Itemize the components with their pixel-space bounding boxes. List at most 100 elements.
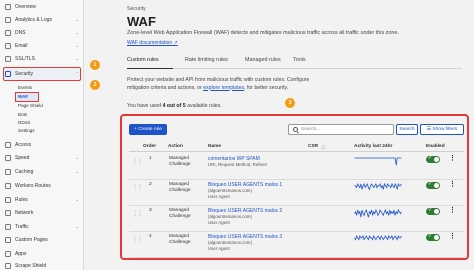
table-row[interactable]: ⋮⋮ 3 Managed Challenge Bloqueo USER AGENTS m… bbox=[129, 206, 464, 232]
chevron-down-icon: ⌄ bbox=[75, 56, 79, 61]
tab-tools[interactable]: Tools bbox=[293, 57, 306, 63]
sidebar-item-scrape-shield[interactable]: Scrape Shield bbox=[0, 261, 84, 270]
column-header-action: Action bbox=[168, 144, 183, 149]
rule-order: 4 bbox=[149, 234, 152, 239]
apps-icon bbox=[5, 251, 11, 257]
chevron-down-icon: ⌄ bbox=[75, 17, 79, 22]
custom-rules-panel: + Create rule Search... Search ☰ Show fi… bbox=[120, 114, 469, 260]
active-tab-indicator bbox=[127, 67, 173, 69]
rule-order: 2 bbox=[149, 182, 152, 187]
drag-handle-icon[interactable]: ⋮⋮ bbox=[132, 210, 143, 217]
sidebar: Overview Analytics & Logs ⌄ DNS ⌄ Email ⌄ S… bbox=[0, 0, 100, 270]
network-icon bbox=[5, 210, 11, 216]
sidebar-item-access[interactable]: Access bbox=[0, 140, 84, 150]
explore-templates-link[interactable]: explore templates bbox=[203, 85, 244, 91]
sidebar-subitem-settings[interactable]: Settings bbox=[18, 128, 35, 133]
sidebar-item-workers-routes[interactable]: Workers Routes bbox=[0, 181, 84, 191]
chevron-down-icon: ⌄ bbox=[75, 224, 79, 229]
sidebar-item-network[interactable]: Network bbox=[0, 208, 84, 218]
table-row[interactable]: ⋮⋮ 2 Managed Challenge Bloqueo USER AGENTS m… bbox=[129, 180, 464, 206]
column-header-order[interactable]: Order bbox=[143, 144, 156, 149]
rule-subtitle: URI, Request Method, Referer bbox=[208, 162, 268, 167]
sidebar-item-rules[interactable]: Rules ⌄ bbox=[0, 195, 84, 205]
rule-field: User Agent bbox=[208, 246, 230, 251]
custom-pages-icon bbox=[5, 237, 11, 243]
waf-documentation-link[interactable]: WAF documentation ↗ bbox=[127, 40, 178, 46]
intro-text: Protect your website and API from malici… bbox=[127, 77, 310, 91]
activity-sparkline bbox=[354, 234, 402, 241]
check-icon: ✓ bbox=[428, 233, 433, 239]
sidebar-item-traffic[interactable]: Traffic ⌄ bbox=[0, 222, 84, 232]
email-icon bbox=[5, 43, 11, 49]
rule-name-cell: comentarios WP SPAM URI, Request Method, … bbox=[208, 156, 267, 168]
enabled-toggle[interactable]: ✓ bbox=[426, 155, 440, 163]
rule-name-cell: Bloqueo USER AGENTS malos 1 (algoentreman… bbox=[208, 182, 282, 200]
sidebar-item-apps[interactable]: Apps bbox=[0, 249, 84, 259]
sidebar-item-email[interactable]: Email ⌄ bbox=[0, 41, 84, 51]
show-filters-button[interactable]: ☰ Show filters bbox=[420, 124, 464, 135]
sidebar-item-speed[interactable]: Speed ⌄ bbox=[0, 153, 84, 163]
drag-handle-icon[interactable]: ⋮⋮ bbox=[132, 158, 143, 165]
rule-action: Managed Challenge bbox=[169, 182, 191, 193]
more-options-icon[interactable]: ⋮ bbox=[449, 181, 456, 188]
sidebar-subitem-waf[interactable]: WAF bbox=[18, 94, 28, 99]
search-button[interactable]: Search bbox=[396, 124, 418, 135]
tab-managed-rules[interactable]: Managed rules bbox=[245, 57, 281, 63]
column-header-activity: Activity last 24hr bbox=[354, 144, 393, 149]
section-eyebrow: Security bbox=[127, 6, 146, 12]
annotation-badge-3: 3 bbox=[285, 98, 295, 108]
more-options-icon[interactable]: ⋮ bbox=[449, 207, 456, 214]
sidebar-item-security[interactable]: Security ⌃ bbox=[0, 69, 84, 79]
sidebar-subitem-ddos[interactable]: DDoS bbox=[18, 120, 30, 125]
chevron-down-icon: ⌄ bbox=[75, 30, 79, 35]
search-input[interactable]: Search... bbox=[288, 124, 394, 135]
chevron-down-icon: ⌄ bbox=[75, 155, 79, 160]
rule-field: User Agent bbox=[208, 220, 230, 225]
rules-usage: You have used 4 out of 5 available rules… bbox=[127, 103, 222, 109]
more-options-icon[interactable]: ⋮ bbox=[449, 155, 456, 162]
table-row[interactable]: ⋮⋮ 1 Managed Challenge comentarios WP SPAM UR… bbox=[129, 154, 464, 180]
chevron-down-icon: ⌄ bbox=[75, 43, 79, 48]
sidebar-subitem-bots[interactable]: Bots bbox=[18, 112, 27, 117]
sidebar-item-caching[interactable]: Caching ⌄ bbox=[0, 167, 84, 177]
search-icon bbox=[293, 127, 298, 132]
sidebar-item-custom-pages[interactable]: Custom Pages bbox=[0, 235, 84, 245]
drag-handle-icon[interactable]: ⋮⋮ bbox=[132, 184, 143, 191]
lock-icon bbox=[5, 56, 11, 62]
create-rule-button[interactable]: + Create rule bbox=[129, 124, 167, 135]
sidebar-item-ssl-tls[interactable]: SSL/TLS ⌄ bbox=[0, 54, 84, 64]
overview-icon bbox=[5, 4, 11, 10]
rule-order: 1 bbox=[149, 156, 152, 161]
activity-sparkline bbox=[354, 182, 402, 191]
speed-icon bbox=[5, 155, 11, 161]
column-header-name: Name bbox=[208, 144, 222, 149]
check-icon: ✓ bbox=[428, 181, 433, 187]
rule-field: User Agent bbox=[208, 194, 230, 199]
tab-custom-rules[interactable]: Custom rules bbox=[127, 57, 159, 63]
analytics-icon bbox=[5, 17, 11, 23]
table-row[interactable]: ⋮⋮ 4 Managed Challenge Bloqueo USER AGENTS m… bbox=[129, 232, 464, 258]
enabled-toggle[interactable]: ✓ bbox=[426, 233, 440, 241]
enabled-toggle[interactable]: ✓ bbox=[426, 207, 440, 215]
sidebar-item-overview[interactable]: Overview bbox=[0, 2, 84, 12]
enabled-toggle[interactable]: ✓ bbox=[426, 181, 440, 189]
shield-icon bbox=[5, 71, 11, 77]
activity-sparkline bbox=[354, 157, 402, 166]
tab-rate-limiting-rules[interactable]: Rate limiting rules bbox=[185, 57, 228, 63]
sidebar-subitem-page-shield[interactable]: Page Shield bbox=[18, 103, 43, 108]
scrape-shield-icon bbox=[5, 263, 11, 269]
chevron-up-icon: ⌃ bbox=[75, 71, 79, 76]
rules-icon bbox=[5, 197, 11, 203]
chevron-down-icon: ⌄ bbox=[75, 169, 79, 174]
sidebar-item-analytics[interactable]: Analytics & Logs ⌄ bbox=[0, 15, 84, 25]
more-options-icon[interactable]: ⋮ bbox=[449, 233, 456, 240]
traffic-icon bbox=[5, 224, 11, 230]
column-header-csr: CSR bbox=[308, 144, 319, 149]
rule-action: Managed Challenge bbox=[169, 156, 191, 167]
sidebar-subitem-events[interactable]: Events bbox=[18, 85, 32, 90]
check-icon: ✓ bbox=[428, 207, 433, 213]
caching-icon bbox=[5, 169, 11, 175]
drag-handle-icon[interactable]: ⋮⋮ bbox=[132, 236, 143, 243]
sidebar-item-dns[interactable]: DNS ⌄ bbox=[0, 28, 84, 38]
tab-bar: Custom rules Rate limiting rules Managed… bbox=[127, 55, 462, 69]
